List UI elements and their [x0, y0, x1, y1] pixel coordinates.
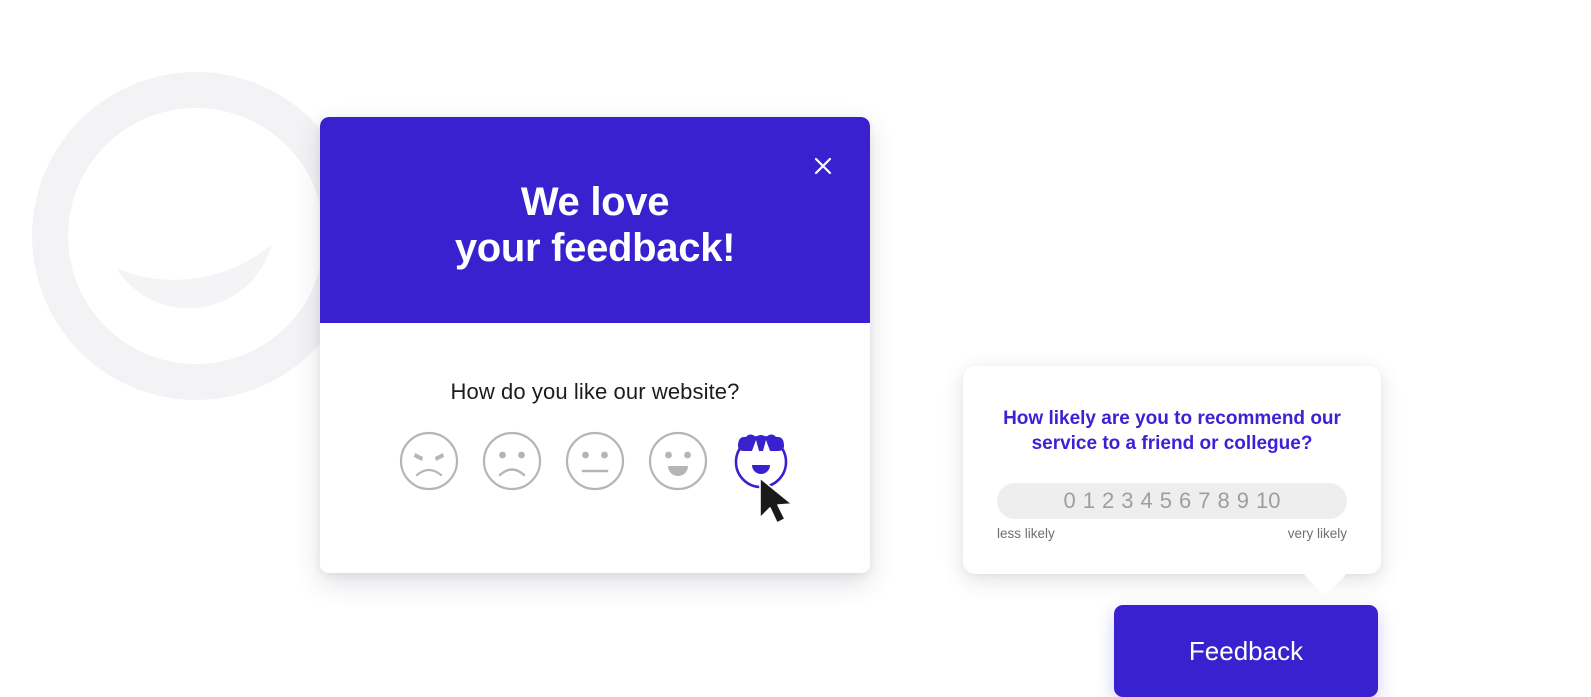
nps-question-label: How likely are you to recommend our serv… [1003, 408, 1341, 454]
feedback-card: We love your feedback! How do you like o… [320, 117, 870, 573]
angry-face-icon [399, 431, 459, 491]
rating-question-label: How do you like our website? [450, 379, 740, 404]
face-option-neutral[interactable] [564, 430, 626, 492]
face-option-excited[interactable] [730, 430, 792, 492]
nps-score-1[interactable]: 1 [1083, 483, 1095, 519]
nps-score-2[interactable]: 2 [1102, 483, 1114, 519]
face-option-sad[interactable] [481, 430, 543, 492]
nps-score-0[interactable]: 0 [1064, 483, 1076, 519]
feedback-card-header: We love your feedback! [320, 117, 870, 323]
nps-tooltip: How likely are you to recommend our serv… [963, 366, 1381, 574]
nps-tooltip-tail [1302, 572, 1348, 597]
feedback-card-body: How do you like our website? [320, 323, 870, 573]
nps-score-9[interactable]: 9 [1237, 483, 1249, 519]
face-option-angry[interactable] [398, 430, 460, 492]
title-line-2: your feedback! [454, 226, 736, 270]
close-button[interactable] [808, 151, 838, 181]
happy-face-icon [648, 431, 708, 491]
face-option-happy[interactable] [647, 430, 709, 492]
neutral-face-icon [565, 431, 625, 491]
nps-scale-labels: less likely very likely [997, 526, 1347, 541]
nps-score-3[interactable]: 3 [1121, 483, 1133, 519]
feedback-launcher-button[interactable]: Feedback [1114, 605, 1378, 697]
title-line-1: We love [520, 180, 670, 224]
sad-face-icon [482, 431, 542, 491]
close-icon [814, 157, 832, 175]
excited-face-icon-selected [734, 434, 788, 489]
background-watermark-logo [32, 72, 360, 400]
nps-scale-group[interactable]: 0 1 2 3 4 5 6 7 8 9 10 [997, 483, 1347, 519]
nps-low-label: less likely [997, 526, 1055, 541]
nps-score-5[interactable]: 5 [1160, 483, 1172, 519]
page-title: We love your feedback! [320, 179, 870, 271]
nps-score-4[interactable]: 4 [1141, 483, 1153, 519]
nps-high-label: very likely [1287, 526, 1347, 541]
nps-score-8[interactable]: 8 [1218, 483, 1230, 519]
nps-score-6[interactable]: 6 [1179, 483, 1191, 519]
nps-score-7[interactable]: 7 [1198, 483, 1210, 519]
nps-score-10[interactable]: 10 [1256, 483, 1280, 519]
face-rating-group [320, 430, 870, 492]
